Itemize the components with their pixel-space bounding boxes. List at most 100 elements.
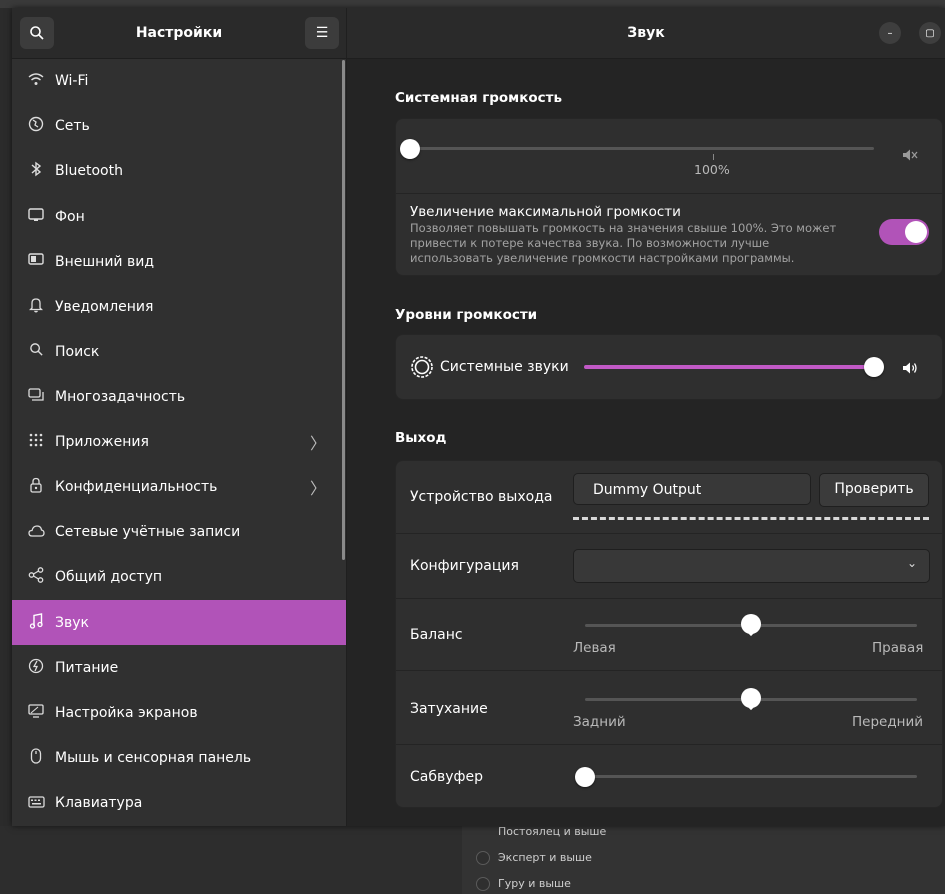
display-icon	[26, 703, 46, 722]
sidebar-item-label: Настройка экранов	[55, 704, 198, 721]
sidebar-scrollbar[interactable]	[342, 60, 345, 560]
section-title-volume-levels: Уровни громкости	[395, 307, 538, 323]
hamburger-icon: ☰	[315, 25, 329, 41]
sidebar-item-appearance[interactable]: Внешний вид	[12, 239, 346, 284]
lock-icon	[26, 477, 46, 497]
sidebar-item-label: Bluetooth	[55, 162, 123, 179]
panel-header: Звук – ▢	[347, 8, 945, 59]
background-radio	[476, 877, 490, 891]
fade-rear-label: Задний	[573, 714, 626, 730]
boost-volume-label: Увеличение максимальной громкости	[410, 204, 681, 220]
sidebar-item-sharing[interactable]: Общий доступ	[12, 554, 346, 599]
keyboard-icon	[26, 794, 46, 812]
sidebar-item-search[interactable]: Поиск	[12, 329, 346, 374]
balance-slider-handle[interactable]	[741, 614, 761, 634]
settings-window: Настройки ☰ Wi-Fi Сеть Bluetooth Фон Вне…	[12, 8, 945, 826]
bell-icon	[26, 297, 46, 317]
sidebar-item-label: Приложения	[55, 433, 149, 450]
section-title-system-volume: Системная громкость	[395, 90, 563, 106]
minimize-icon: –	[887, 27, 893, 39]
wifi-icon	[26, 72, 46, 90]
sidebar-item-label: Многозадачность	[55, 388, 186, 405]
chevron-down-icon: ⌄	[906, 556, 917, 570]
output-device-select[interactable]: Dummy Output	[573, 473, 811, 505]
output-card: Устройство выхода Dummy Output Проверить…	[395, 460, 943, 808]
boost-volume-description: Позволяет повышать громкость на значения…	[410, 221, 837, 265]
divider	[396, 193, 942, 194]
sidebar-item-label: Звук	[55, 614, 89, 631]
sidebar-item-label: Внешний вид	[55, 253, 155, 270]
sidebar-item-privacy[interactable]: Конфиденциальность 〉	[12, 464, 346, 509]
sidebar-item-bluetooth[interactable]: Bluetooth	[12, 148, 346, 193]
sidebar-item-label: Мышь и сенсорная панель	[55, 749, 252, 766]
divider	[396, 598, 942, 599]
volume-levels-card: Системные звуки	[395, 334, 943, 400]
test-output-button[interactable]: Проверить	[819, 473, 929, 507]
maximize-button[interactable]: ▢	[919, 22, 941, 44]
volume-100-label: 100%	[694, 162, 730, 177]
configuration-dropdown[interactable]: ⌄	[573, 549, 930, 583]
sidebar-item-label: Общий доступ	[55, 568, 163, 585]
balance-right-label: Правая	[872, 640, 924, 656]
sidebar: Настройки ☰ Wi-Fi Сеть Bluetooth Фон Вне…	[12, 8, 347, 826]
output-device-label: Устройство выхода	[410, 489, 553, 505]
sidebar-item-multitasking[interactable]: Многозадачность	[12, 374, 346, 419]
appearance-icon	[26, 252, 46, 271]
chevron-right-icon: 〉	[309, 433, 326, 453]
sidebar-item-mouse[interactable]: Мышь и сенсорная панель	[12, 735, 346, 780]
system-sounds-label: Системные звуки	[440, 359, 569, 375]
system-volume-track[interactable]	[410, 147, 874, 150]
background-option: Эксперт и выше	[498, 851, 592, 864]
volume-100-mark	[713, 154, 714, 160]
sidebar-item-network[interactable]: Сеть	[12, 103, 346, 148]
sidebar-item-online-accounts[interactable]: Сетевые учётные записи	[12, 509, 346, 554]
sidebar-item-background[interactable]: Фон	[12, 194, 346, 239]
balance-label: Баланс	[410, 627, 463, 643]
fade-slider-handle[interactable]	[741, 688, 761, 708]
fade-label: Затухание	[410, 701, 488, 717]
power-icon	[26, 658, 46, 678]
speaker-muted-icon[interactable]	[902, 147, 918, 166]
search-icon	[26, 342, 46, 361]
sidebar-item-label: Сетевые учётные записи	[55, 523, 241, 540]
network-globe-icon	[26, 116, 46, 136]
background-option: Постоялец и выше	[498, 825, 607, 838]
fade-front-label: Передний	[852, 714, 924, 730]
menu-button[interactable]: ☰	[305, 17, 339, 49]
maximize-icon: ▢	[925, 27, 935, 39]
page-title: Звук	[627, 25, 665, 41]
sidebar-item-label: Конфиденциальность	[55, 478, 218, 495]
system-sounds-gear-icon	[410, 355, 434, 383]
sidebar-item-apps[interactable]: Приложения 〉	[12, 419, 346, 464]
sidebar-item-power[interactable]: Питание	[12, 645, 346, 690]
configuration-label: Конфигурация	[410, 558, 519, 574]
sidebar-item-label: Питание	[55, 659, 119, 676]
sidebar-item-sound[interactable]: Звук	[12, 600, 346, 645]
speaker-icon[interactable]	[902, 360, 918, 379]
background-radio	[476, 851, 490, 865]
sidebar-item-notifications[interactable]: Уведомления	[12, 284, 346, 329]
system-volume-card: 100% Увеличение максимальной громкости П…	[395, 118, 943, 276]
output-device-dashed-border	[573, 517, 929, 520]
system-volume-handle[interactable]	[400, 139, 420, 159]
sidebar-item-keyboard[interactable]: Клавиатура	[12, 780, 346, 825]
sidebar-item-displays[interactable]: Настройка экранов	[12, 690, 346, 735]
multitasking-icon	[26, 387, 46, 406]
subwoofer-label: Сабвуфер	[410, 769, 483, 785]
bluetooth-icon	[26, 161, 46, 181]
minimize-button[interactable]: –	[879, 22, 901, 44]
system-sounds-slider-handle[interactable]	[864, 357, 884, 377]
mouse-icon	[26, 747, 46, 768]
divider	[396, 533, 942, 534]
toggle-knob	[905, 221, 927, 243]
sidebar-item-label: Фон	[55, 208, 85, 225]
system-sounds-slider-fill[interactable]	[584, 365, 874, 369]
sidebar-item-label: Сеть	[55, 117, 90, 134]
sidebar-item-wifi[interactable]: Wi-Fi	[12, 58, 346, 103]
sound-panel: Звук – ▢ Системная громкость 100% Увелич…	[347, 8, 945, 826]
subwoofer-slider-handle[interactable]	[575, 767, 595, 787]
boost-volume-toggle[interactable]	[879, 219, 929, 245]
subwoofer-slider-track[interactable]	[585, 775, 917, 778]
sidebar-item-label: Wi-Fi	[55, 72, 89, 89]
background-option: Гуру и выше	[498, 877, 571, 890]
